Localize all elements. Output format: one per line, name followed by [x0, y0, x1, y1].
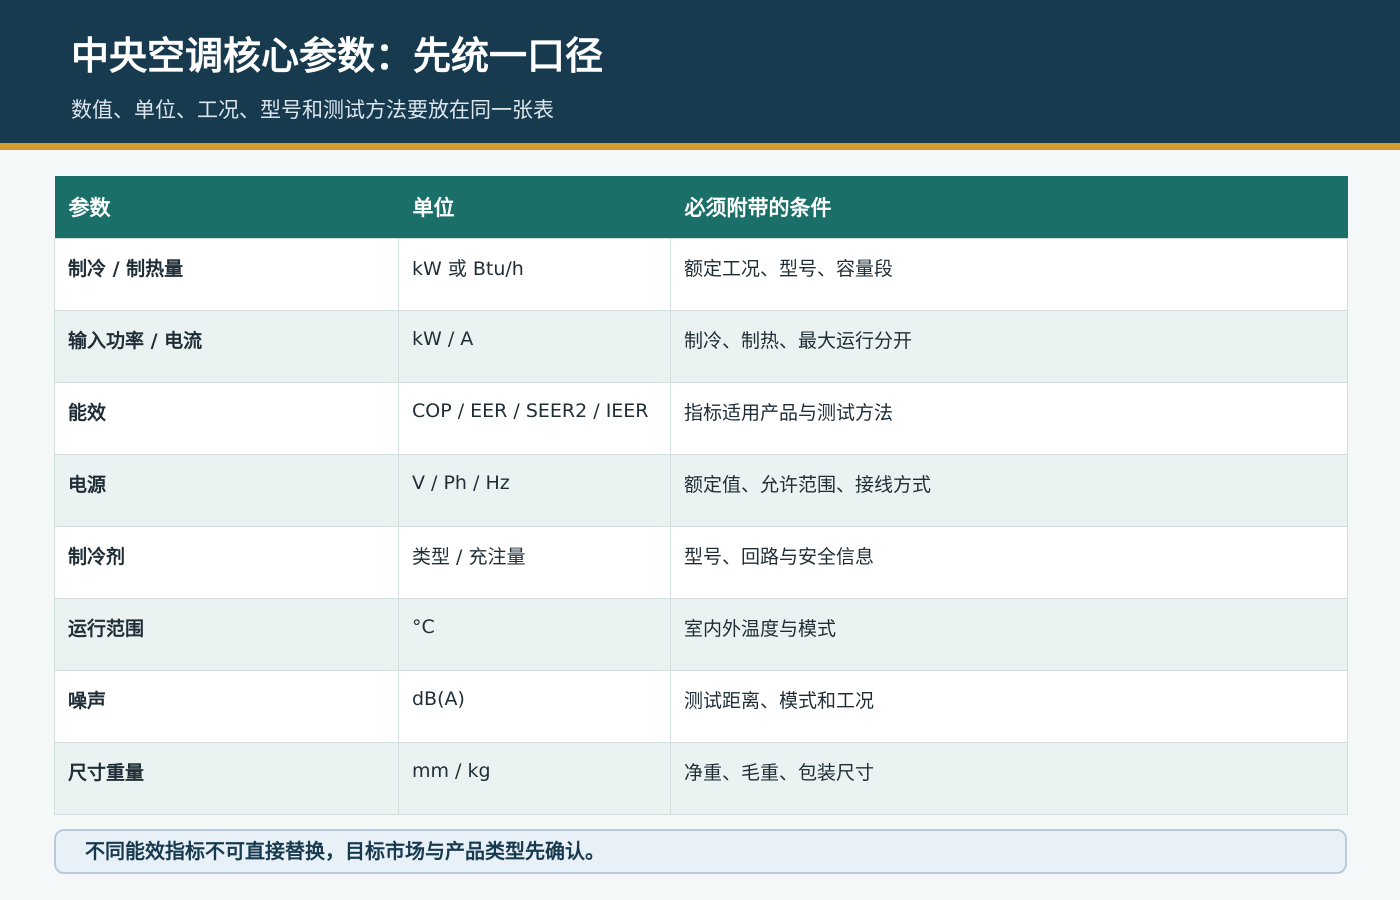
condition-cell: 净重、毛重、包装尺寸: [670, 741, 1348, 815]
table-row: 输入功率 / 电流 kW / A 制冷、制热、最大运行分开: [54, 309, 1348, 383]
unit-cell: kW 或 Btu/h: [398, 237, 671, 311]
condition-cell: 额定值、允许范围、接线方式: [670, 453, 1348, 527]
param-cell: 输入功率 / 电流: [54, 309, 399, 383]
table-header-row: 参数 单位 必须附带的条件: [54, 176, 1348, 238]
column-header-condition: 必须附带的条件: [670, 176, 1348, 238]
parameter-table: 参数 单位 必须附带的条件 制冷 / 制热量 kW 或 Btu/h 额定工况、型…: [54, 176, 1348, 815]
unit-cell: kW / A: [398, 309, 671, 383]
page-header: 中央空调核心参数：先统一口径 数值、单位、工况、型号和测试方法要放在同一张表: [0, 0, 1400, 143]
unit-cell: mm / kg: [398, 741, 671, 815]
table-row: 噪声 dB(A) 测试距离、模式和工况: [54, 669, 1348, 743]
condition-cell: 制冷、制热、最大运行分开: [670, 309, 1348, 383]
param-cell: 制冷 / 制热量: [54, 237, 399, 311]
table-row: 运行范围 °C 室内外温度与模式: [54, 597, 1348, 671]
condition-cell: 额定工况、型号、容量段: [670, 237, 1348, 311]
header-accent-bar: [0, 143, 1400, 150]
unit-cell: V / Ph / Hz: [398, 453, 671, 527]
page-subtitle: 数值、单位、工况、型号和测试方法要放在同一张表: [71, 98, 554, 122]
condition-cell: 指标适用产品与测试方法: [670, 381, 1348, 455]
param-cell: 电源: [54, 453, 399, 527]
unit-cell: 类型 / 充注量: [398, 525, 671, 599]
page-title: 中央空调核心参数：先统一口径: [71, 34, 604, 78]
param-cell: 尺寸重量: [54, 741, 399, 815]
table-row: 能效 COP / EER / SEER2 / IEER 指标适用产品与测试方法: [54, 381, 1348, 455]
condition-cell: 室内外温度与模式: [670, 597, 1348, 671]
param-cell: 运行范围: [54, 597, 399, 671]
condition-cell: 型号、回路与安全信息: [670, 525, 1348, 599]
table-row: 电源 V / Ph / Hz 额定值、允许范围、接线方式: [54, 453, 1348, 527]
unit-cell: °C: [398, 597, 671, 671]
param-cell: 噪声: [54, 669, 399, 743]
note-callout: 不同能效指标不可直接替换，目标市场与产品类型先确认。: [54, 829, 1347, 874]
table-row: 尺寸重量 mm / kg 净重、毛重、包装尺寸: [54, 741, 1348, 815]
column-header-param: 参数: [54, 176, 399, 238]
condition-cell: 测试距离、模式和工况: [670, 669, 1348, 743]
param-cell: 能效: [54, 381, 399, 455]
table-row: 制冷 / 制热量 kW 或 Btu/h 额定工况、型号、容量段: [54, 237, 1348, 311]
param-cell: 制冷剂: [54, 525, 399, 599]
unit-cell: dB(A): [398, 669, 671, 743]
table-row: 制冷剂 类型 / 充注量 型号、回路与安全信息: [54, 525, 1348, 599]
unit-cell: COP / EER / SEER2 / IEER: [398, 381, 671, 455]
column-header-unit: 单位: [398, 176, 671, 238]
